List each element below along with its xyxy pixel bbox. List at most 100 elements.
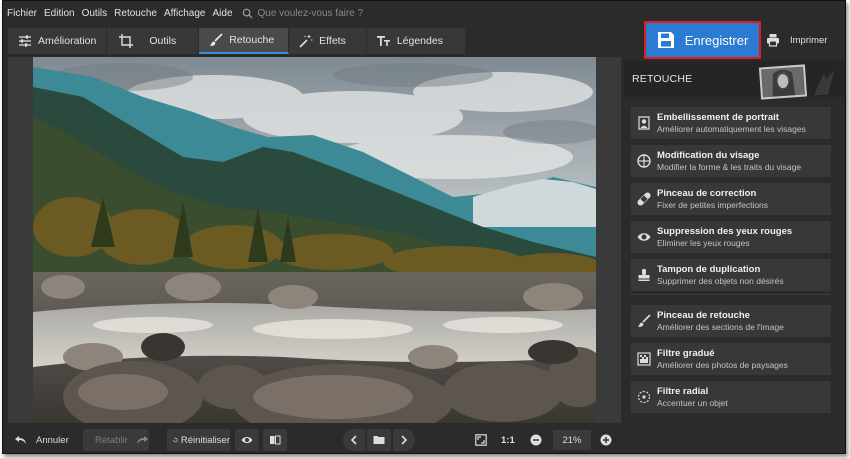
reset-label: Réinitialiser [180,434,230,446]
undo-icon [15,436,26,444]
previous-image-button[interactable] [343,429,365,451]
tool-subtitle: Accentuer un objet [657,397,728,408]
tool-subtitle: Fixer de petites imperfections [657,199,769,210]
brush-icon [210,33,223,46]
zoom-in-button[interactable] [600,429,612,451]
stamp-icon [638,269,650,281]
tool-title: Suppression des yeux rouges [657,225,793,237]
panel-divider [631,294,831,295]
image-canvas[interactable] [8,57,621,423]
redo-label: Rétablir [95,434,128,446]
decoration-icon [814,71,834,95]
reset-button[interactable]: Réinitialiser [167,429,230,451]
tool-clone-stamp[interactable]: Tampon de duplication Supprimer des objet… [631,259,831,291]
tool-title: Filtre radial [657,385,709,397]
tab-legendes[interactable]: Légendes [366,28,466,54]
face-icon [637,154,651,168]
magic-wand-icon [299,35,313,48]
tab-label: Outils [149,35,177,47]
zoom-out-button[interactable] [530,429,542,451]
tool-subtitle: Améliorer automatiquement les visages [657,123,806,134]
menu-edition[interactable]: Edition [44,8,75,19]
tool-title: Modification du visage [657,149,760,161]
next-image-button[interactable] [393,429,415,451]
panel-title: RETOUCHE [632,73,693,85]
tool-subtitle: Modifier la forme & les traits du visage [657,161,802,172]
tool-face-modification[interactable]: Modification du visage Modifier la forme … [631,145,831,177]
tool-radial-filter[interactable]: Filtre radial Accentuer un objet [631,381,831,413]
menu-retouche[interactable]: Retouche [114,8,157,19]
bottom-toolbar: Annuler Rétablir Réinitialiser 1:1 21% [3,425,621,453]
portrait-thumbnail [758,64,808,100]
menu-aide[interactable]: Aide [212,8,232,19]
menu-fichier[interactable]: Fichier [7,8,37,19]
chevron-right-icon [401,435,408,445]
tool-retouch-brush[interactable]: Pinceau de retouche Améliorer des section… [631,305,831,337]
search-input[interactable] [257,7,378,19]
tool-subtitle: Améliorer des sections de l'image [657,321,784,332]
radial-icon [637,390,651,404]
tool-title: Pinceau de correction [657,187,757,199]
redo-button[interactable]: Rétablir [83,429,149,451]
text-icon [376,36,390,46]
undo-label: Annuler [36,434,69,446]
tab-retouche[interactable]: Retouche [199,28,290,54]
actual-size-button[interactable]: 1:1 [501,429,515,451]
menu-outils[interactable]: Outils [82,8,108,19]
gradient-icon [637,352,651,366]
tool-subtitle: Supprimer des objets non désirés [657,275,784,286]
ratio-label: 1:1 [501,434,515,446]
save-button[interactable]: Enregistrer [644,21,761,59]
compare-icon [270,435,281,445]
redo-icon [136,436,148,444]
search-box[interactable] [242,7,378,19]
save-label: Enregistrer [684,32,749,48]
menu-affichage[interactable]: Affichage [164,8,206,19]
brush-icon [638,314,651,327]
tool-subtitle: Améliorer des photos de paysages [657,359,788,370]
eye-icon [637,233,651,241]
tab-outils[interactable]: Outils [107,28,200,54]
printer-icon [767,34,779,47]
eye-icon [241,437,253,443]
tool-healing-brush[interactable]: Pinceau de correction Fixer de petites im… [631,183,831,215]
search-icon [242,8,253,19]
crop-icon [119,34,134,48]
tool-portrait-enhancement[interactable]: Embellissement de portrait Améliorer auto… [631,107,831,139]
bandage-icon [637,192,651,206]
folder-icon [373,436,385,444]
preview-toggle-button[interactable] [235,429,259,451]
tool-red-eye-removal[interactable]: Suppression des yeux rouges Eliminer les … [631,221,831,253]
tab-bar: Amélioration Outils Retouche Effets Lége… [8,28,466,54]
open-folder-button[interactable] [367,429,391,451]
fit-screen-icon [475,434,487,446]
tab-label: Retouche [229,34,275,46]
plus-circle-icon [600,434,612,446]
tab-amelioration[interactable]: Amélioration [8,28,108,54]
tool-title: Embellissement de portrait [657,111,779,123]
tab-effets[interactable]: Effets [289,28,367,54]
chevron-left-icon [350,435,357,445]
minus-circle-icon [530,434,542,446]
tab-label: Effets [319,35,346,47]
tab-label: Amélioration [38,35,97,47]
retouche-panel: RETOUCHE Embellissement de portrait Améli… [624,61,845,453]
app-window: Fichier Edition Outils Retouche Affichag… [2,0,846,454]
floppy-disk-icon [657,32,674,48]
tab-label: Légendes [396,35,443,47]
sliders-icon [19,35,31,47]
tool-title: Pinceau de retouche [657,309,750,321]
zoom-level-field[interactable]: 21% [553,430,591,450]
print-button[interactable]: Imprimer [766,33,827,47]
tool-subtitle: Eliminer les yeux rouges [657,237,750,248]
panel-header: RETOUCHE [624,61,845,100]
print-label: Imprimer [790,34,828,46]
compare-button[interactable] [263,429,287,451]
tool-graduated-filter[interactable]: Filtre gradué Améliorer des photos de pay… [631,343,831,375]
reset-icon [173,437,178,443]
photo-mountain-river[interactable] [33,57,596,423]
tool-title: Filtre gradué [657,347,715,359]
undo-button[interactable]: Annuler [15,429,69,451]
portrait-icon [638,116,650,130]
fit-to-screen-button[interactable] [473,429,489,451]
